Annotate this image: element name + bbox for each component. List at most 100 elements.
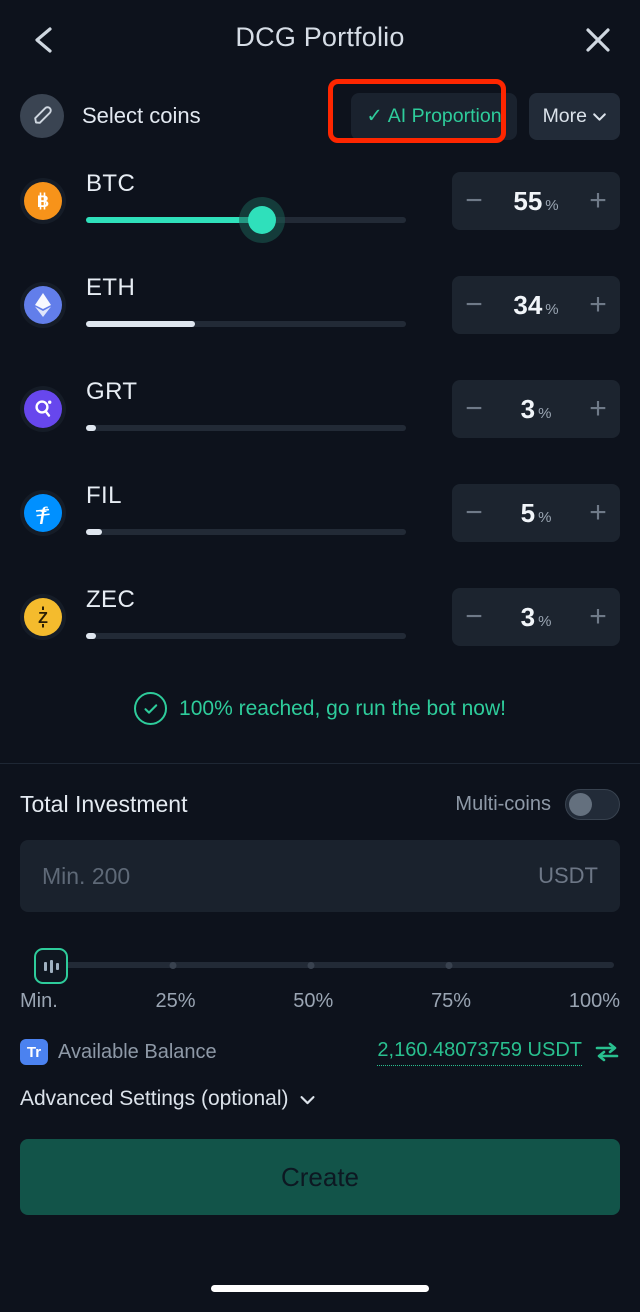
check-icon: ✓ [366,105,383,127]
coin-row: f FIL − 5 % + [20,474,620,578]
coin-slider-grt[interactable] [86,425,406,431]
increment-button[interactable]: + [576,380,620,438]
amount-label-min[interactable]: Min. [20,990,58,1013]
coin-slider-btc[interactable] [86,206,406,234]
amount-currency: USDT [538,863,598,888]
chevron-down-icon [593,112,606,121]
percent-value: 34 [513,289,543,320]
percent-stepper-fil: − 5 % + [452,484,620,542]
toggle-knob [569,792,592,816]
percent-stepper-btc: − 55 % + [452,172,620,230]
coin-mid: ETH [86,266,452,327]
pencil-icon [34,106,52,124]
close-button[interactable] [576,18,620,62]
coin-row: B BTC − 55 % + [20,162,620,266]
bitcoin-icon: B [24,182,62,220]
advanced-settings-row[interactable]: Advanced Settings (optional) [20,1087,620,1111]
bars-icon-bar-2 [49,959,53,973]
amount-slider-labels: Min. 25% 50% 75% 100% [20,990,620,1013]
increment-button[interactable]: + [576,484,620,542]
amount-label-50[interactable]: 50% [293,990,333,1013]
slider-thumb[interactable] [248,206,276,234]
decrement-button[interactable]: − [452,588,496,646]
slider-fill [86,633,96,639]
decrement-button[interactable]: − [452,380,496,438]
coin-symbol: ZEC [86,586,136,613]
ai-proportion-button[interactable]: ✓ AI Proportion [351,92,517,140]
percent-unit: % [538,404,552,422]
coin-icon-btc: B [20,178,66,224]
coin-list: B BTC − 55 % + ETH − 34 % + GRT − 3 % + … [0,162,640,682]
coin-icon-fil: f [20,490,66,536]
filecoin-icon: f [24,494,62,532]
slider-fill [86,321,195,327]
swap-button[interactable] [594,1041,620,1063]
edit-coins-button[interactable] [20,94,64,138]
coin-mid: FIL [86,474,452,535]
zcash-icon: Z [24,598,62,636]
percent-unit: % [545,196,559,214]
increment-button[interactable]: + [576,172,620,230]
bars-icon-bar-3 [55,962,59,970]
amount-slider-tick-25 [169,962,177,969]
increment-button[interactable]: + [576,588,620,646]
available-balance-value[interactable]: 2,160.48073759 USDT [377,1039,582,1066]
coin-mid: ZEC [86,578,452,639]
percent-value-wrap: 3 % [496,602,576,633]
coin-slider-eth[interactable] [86,321,406,327]
svg-text:B: B [37,192,49,211]
percent-stepper-eth: − 34 % + [452,276,620,334]
create-button[interactable]: Create [20,1139,620,1215]
slider-fill [86,217,262,223]
investment-section: Total Investment Multi-coins Min. 200 US… [0,770,640,1215]
available-balance-label: Available Balance [58,1040,217,1063]
coin-symbol: GRT [86,378,138,405]
coin-slider-fil[interactable] [86,529,406,535]
tr-badge: Tr [20,1039,48,1065]
increment-button[interactable]: + [576,276,620,334]
bars-icon-bar-1 [43,961,47,971]
amount-input[interactable]: Min. 200 USDT [20,840,620,912]
more-button[interactable]: More [528,92,620,140]
multi-coins-toggle[interactable] [565,788,620,820]
decrement-button[interactable]: − [452,484,496,542]
percent-value: 3 [520,393,536,424]
amount-label-100[interactable]: 100% [569,990,620,1013]
section-divider [0,763,640,764]
coin-row: ETH − 34 % + [20,266,620,370]
app-screen: DCG Portfolio Select coins ✓ AI Proporti… [0,0,640,1312]
header: DCG Portfolio [0,0,640,80]
coin-slider-zec[interactable] [86,633,406,639]
percent-value: 3 [520,601,536,632]
amount-slider-thumb[interactable] [34,948,68,984]
available-balance-row: Tr Available Balance 2,160.48073759 USDT [20,1035,620,1069]
amount-label-75[interactable]: 75% [431,990,471,1013]
decrement-button[interactable]: − [452,172,496,230]
amount-slider-track [48,962,614,968]
slider-fill [86,425,96,431]
coin-mid: BTC [86,162,452,234]
ai-proportion-label: AI Proportion [387,104,502,127]
investment-header: Total Investment Multi-coins [20,770,620,838]
select-coins-label: Select coins [82,103,201,128]
more-label: More [542,104,587,127]
amount-label-25[interactable]: 25% [156,990,196,1013]
percent-value-wrap: 34 % [496,290,576,321]
status-message: 100% reached, go run the bot now! [0,692,640,725]
decrement-button[interactable]: − [452,276,496,334]
slider-fill [86,529,102,535]
amount-slider-tick-75 [445,962,453,969]
coin-icon-grt [20,386,66,432]
amount-slider-tick-50 [307,962,315,969]
coin-symbol: FIL [86,482,122,509]
coin-mid: GRT [86,370,452,431]
coin-icon-eth [20,282,66,328]
page-title: DCG Portfolio [235,22,405,52]
check-circle-icon [134,692,168,725]
amount-slider[interactable] [20,948,620,984]
chevron-down-icon [299,1095,315,1104]
multi-coins-label: Multi-coins [455,792,551,815]
percent-unit: % [545,300,559,318]
investment-title: Total Investment [20,790,188,817]
percent-value: 55 [513,185,543,216]
